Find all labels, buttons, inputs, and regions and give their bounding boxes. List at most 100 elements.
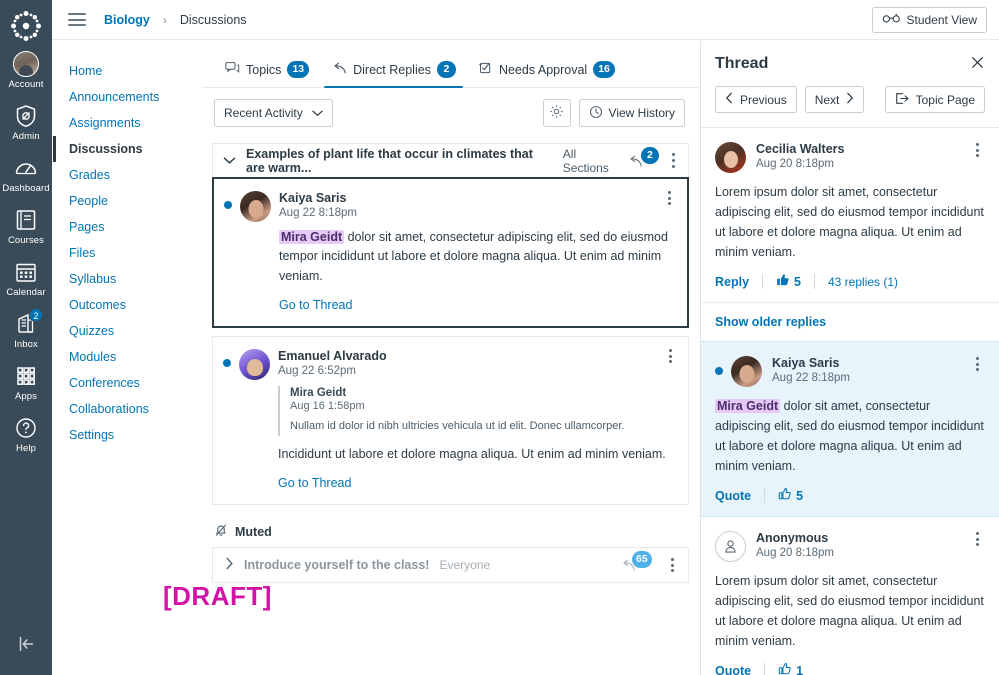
- chevron-down-icon[interactable]: [223, 153, 236, 168]
- book-icon: [13, 207, 39, 233]
- reply-button[interactable]: Reply: [715, 275, 749, 289]
- discussion-entry[interactable]: Kaiya Saris Aug 22 8:18pm Mira Geidt dol…: [212, 177, 689, 329]
- like-button[interactable]: 5: [776, 273, 801, 290]
- kebab-menu-icon[interactable]: [661, 191, 677, 206]
- thread-reply[interactable]: Kaiya Saris Aug 22 8:18pm Mira Geidt dol…: [701, 341, 999, 517]
- course-navigation: Home Announcements Assignments Discussio…: [52, 41, 202, 675]
- course-nav-item-assignments[interactable]: Assignments: [53, 110, 202, 136]
- collapse-left-icon[interactable]: [11, 629, 41, 659]
- kebab-menu-icon[interactable]: [969, 143, 985, 158]
- top-bar: Biology › Discussions Student View: [52, 0, 999, 40]
- tab-needs-approval[interactable]: Needs Approval 16: [467, 61, 626, 87]
- kebab-menu-icon[interactable]: [664, 557, 680, 573]
- previous-button[interactable]: Previous: [715, 86, 797, 113]
- entry-author: Emanuel Alvarado: [278, 349, 387, 364]
- tab-direct-replies[interactable]: Direct Replies 2: [320, 61, 467, 88]
- course-nav-item-conferences[interactable]: Conferences: [53, 370, 202, 396]
- gnav-item-inbox[interactable]: 2 Inbox: [0, 304, 52, 356]
- canvas-logo[interactable]: [8, 8, 44, 44]
- course-nav-item-collaborations[interactable]: Collaborations: [53, 396, 202, 422]
- like-count: 5: [796, 488, 804, 503]
- thread-header: Thread: [701, 41, 999, 73]
- next-button[interactable]: Next: [804, 86, 865, 113]
- course-nav-item-people[interactable]: People: [53, 188, 202, 214]
- gnav-item-dashboard[interactable]: Dashboard: [0, 148, 52, 200]
- kebab-menu-icon[interactable]: [666, 153, 680, 168]
- tab-count-badge: 13: [287, 61, 310, 78]
- kebab-menu-icon[interactable]: [969, 357, 985, 372]
- user-mention[interactable]: Mira Geidt: [715, 399, 781, 413]
- course-nav-item-outcomes[interactable]: Outcomes: [53, 292, 202, 318]
- user-mention[interactable]: Mira Geidt: [279, 230, 345, 244]
- like-button[interactable]: 1: [778, 662, 803, 675]
- course-nav-item-grades[interactable]: Grades: [53, 162, 202, 188]
- topic-page-button[interactable]: Topic Page: [884, 86, 985, 113]
- muted-topic-row[interactable]: Introduce yourself to the class! Everyon…: [212, 547, 689, 583]
- gnav-item-account[interactable]: Account: [0, 44, 52, 96]
- hamburger-icon[interactable]: [68, 13, 86, 27]
- show-older-replies-link[interactable]: Show older replies: [701, 303, 999, 341]
- like-button[interactable]: 5: [778, 487, 803, 504]
- discussion-entry[interactable]: Emanuel Alvarado Aug 22 6:52pm Mira Geid…: [212, 336, 689, 505]
- gnav-label: Courses: [7, 235, 45, 246]
- muted-reply-count-badge: 65: [632, 551, 652, 568]
- gear-icon: [549, 104, 564, 122]
- discussion-toolbar: Recent Activity View History: [202, 88, 699, 127]
- chevron-down-icon: [311, 106, 323, 120]
- go-to-thread-link[interactable]: Go to Thread: [278, 476, 351, 490]
- bell-muted-icon: [214, 523, 228, 540]
- thread-root-post: Cecilia Walters Aug 20 8:18pm Lorem ipsu…: [701, 128, 999, 302]
- main-content: Topics 13 Direct Replies 2 Needs Approva…: [202, 41, 699, 675]
- previous-label: Previous: [740, 92, 787, 107]
- thread-reply[interactable]: Anonymous Aug 20 8:18pm Lorem ipsum dolo…: [701, 517, 999, 675]
- kebab-menu-icon[interactable]: [662, 349, 678, 364]
- course-nav-item-settings[interactable]: Settings: [53, 422, 202, 448]
- course-nav-item-quizzes[interactable]: Quizzes: [53, 318, 202, 344]
- view-history-button[interactable]: View History: [578, 99, 685, 127]
- course-nav-item-discussions[interactable]: Discussions: [53, 136, 202, 162]
- course-nav-item-syllabus[interactable]: Syllabus: [53, 266, 202, 292]
- gnav-item-help[interactable]: Help: [0, 408, 52, 460]
- quote-button[interactable]: Quote: [715, 664, 751, 675]
- tab-topics[interactable]: Topics 13: [214, 61, 320, 87]
- muted-reply-indicator[interactable]: 65: [620, 551, 654, 576]
- chevron-right-icon[interactable]: [225, 557, 234, 573]
- breadcrumb-course[interactable]: Biology: [104, 13, 150, 27]
- tab-count-badge: 16: [593, 61, 615, 78]
- reply-timestamp: Aug 22 8:18pm: [772, 372, 851, 384]
- go-to-thread-link[interactable]: Go to Thread: [279, 298, 352, 312]
- gnav-item-courses[interactable]: Courses: [0, 200, 52, 252]
- sort-select[interactable]: Recent Activity: [214, 99, 333, 127]
- tab-label: Direct Replies: [353, 62, 431, 77]
- course-nav-item-files[interactable]: Files: [53, 240, 202, 266]
- course-nav-item-home[interactable]: Home: [53, 58, 202, 84]
- course-nav-item-announcements[interactable]: Announcements: [53, 84, 202, 110]
- close-icon[interactable]: [970, 55, 985, 73]
- replies-count-link[interactable]: 43 replies (1): [828, 275, 898, 289]
- topic-header-row[interactable]: Examples of plant life that occur in cli…: [212, 143, 689, 177]
- avatar: [731, 356, 762, 387]
- gnav-label: Calendar: [6, 287, 46, 298]
- discussion-tabs: Topics 13 Direct Replies 2 Needs Approva…: [202, 41, 699, 88]
- muted-topic-title: Introduce yourself to the class!: [244, 558, 430, 572]
- settings-button[interactable]: [542, 99, 571, 127]
- gnav-item-apps[interactable]: Apps: [0, 356, 52, 408]
- shield-icon: [13, 103, 39, 129]
- topic-sections: All Sections: [562, 146, 609, 175]
- post-actions: Reply 5 43 replies (1): [715, 273, 985, 290]
- calendar-icon: [13, 259, 39, 285]
- topic-reply-indicator[interactable]: 2: [627, 146, 659, 172]
- draft-watermark: [DRAFT]: [163, 581, 272, 611]
- post-author: Cecilia Walters: [756, 142, 845, 156]
- student-view-button[interactable]: Student View: [871, 6, 987, 33]
- course-nav-item-pages[interactable]: Pages: [53, 214, 202, 240]
- gnav-item-admin[interactable]: Admin: [0, 96, 52, 148]
- course-nav-item-modules[interactable]: Modules: [53, 344, 202, 370]
- divider: [764, 488, 766, 503]
- avatar: [240, 191, 271, 222]
- gnav-item-calendar[interactable]: Calendar: [0, 252, 52, 304]
- kebab-menu-icon[interactable]: [969, 532, 985, 547]
- quote-button[interactable]: Quote: [715, 489, 751, 503]
- inbox-unread-badge: 2: [29, 308, 43, 322]
- unread-indicator: [223, 359, 231, 368]
